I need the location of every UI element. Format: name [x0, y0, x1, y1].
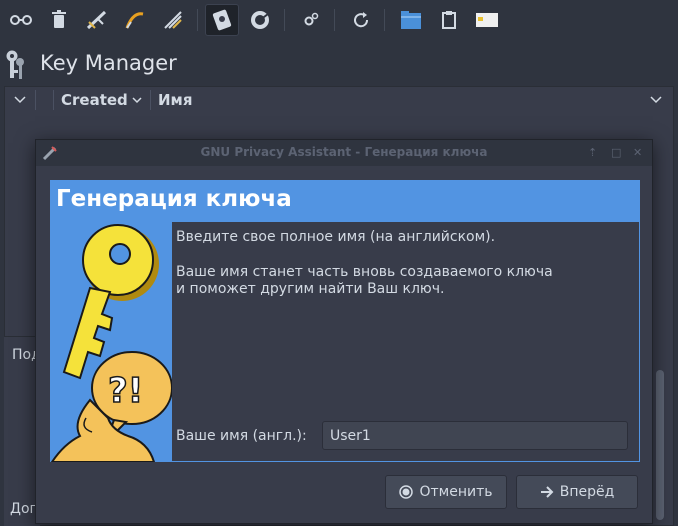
dialog-title: GNU Privacy Assistant - Генерация ключа: [200, 145, 488, 159]
edit-tools-button[interactable]: [4, 4, 38, 36]
set-trust-button[interactable]: [118, 4, 152, 36]
maximize-icon[interactable]: □: [611, 146, 621, 159]
name-field-label: Ваше имя (англ.):: [176, 428, 307, 444]
column-header-label: Created: [61, 91, 128, 109]
arrow-right-icon: [540, 486, 554, 498]
cancel-label: Отменить: [419, 484, 493, 500]
info-text-line-2: и поможет другим найти Ваш ключ.: [176, 281, 445, 297]
refresh-icon: [354, 12, 369, 28]
column-separator: [35, 90, 36, 110]
refresh-button[interactable]: [344, 4, 378, 36]
toolbar-separator: [197, 9, 198, 31]
page-title: Key Manager: [40, 51, 177, 75]
banner-title: Генерация ключа: [56, 186, 292, 212]
column-header-name[interactable]: Имя: [158, 87, 192, 113]
svg-text:?!: ?!: [108, 371, 143, 411]
set-trust-icon: [125, 12, 144, 29]
generate-key-icon: [251, 11, 269, 29]
edit-tools-icon: [10, 15, 32, 25]
column-header-created[interactable]: Created: [61, 87, 142, 113]
column-header-label: Имя: [158, 91, 193, 109]
details-scrollbar[interactable]: [656, 370, 664, 520]
clipboard-icon: [442, 11, 456, 29]
cancel-button[interactable]: Отменить: [385, 475, 507, 509]
file-manager-icon: [401, 11, 421, 29]
name-input[interactable]: [322, 421, 628, 450]
column-chooser-button[interactable]: [650, 87, 662, 113]
preferences-button[interactable]: [294, 4, 328, 36]
trash-icon: [52, 10, 66, 28]
column-separator: [53, 90, 54, 110]
dialog-banner: Генерация ключа: [50, 180, 640, 222]
dialog-content: Введите свое полное имя (на английском).…: [172, 222, 640, 462]
page-header: Key Manager: [0, 42, 678, 86]
keys-icon: [5, 49, 24, 79]
delete-button[interactable]: [42, 4, 76, 36]
file-manager-button[interactable]: [394, 4, 428, 36]
keep-above-icon[interactable]: ⇡: [588, 146, 597, 159]
sign-icon: [86, 10, 107, 30]
toolbar-separator: [384, 9, 385, 31]
import-button[interactable]: [156, 4, 190, 36]
preferences-icon: [304, 12, 319, 26]
generate-key-dialog: GNU Privacy Assistant - Генерация ключа …: [35, 139, 653, 524]
expand-column-toggle[interactable]: [9, 87, 31, 113]
column-separator: [150, 90, 151, 110]
next-button[interactable]: Вперёд: [516, 475, 638, 509]
toolbar-separator: [334, 9, 335, 31]
card-manager-button[interactable]: [470, 4, 504, 36]
main-toolbar: [0, 0, 678, 42]
sign-button[interactable]: [80, 4, 114, 36]
generate-key-button[interactable]: [243, 4, 277, 36]
export-key-button[interactable]: [205, 4, 239, 36]
card-manager-icon: [476, 13, 498, 27]
sort-chevron-icon: [132, 96, 142, 103]
key-illustration: ?!: [50, 222, 172, 462]
dialog-titlebar[interactable]: GNU Privacy Assistant - Генерация ключа …: [36, 140, 652, 166]
toolbar-separator: [284, 9, 285, 31]
info-text-line-1: Ваше имя станет часть вновь создаваемого…: [176, 264, 553, 280]
import-icon: [164, 11, 182, 29]
cancel-icon: [399, 485, 414, 499]
clipboard-button[interactable]: [432, 4, 466, 36]
close-icon[interactable]: ✕: [633, 146, 642, 159]
next-label: Вперёд: [559, 484, 615, 500]
intro-text: Введите свое полное имя (на английском).: [176, 229, 496, 245]
chevron-down-icon: [650, 96, 662, 104]
key-question-illustration: ?!: [50, 224, 172, 462]
key-export-icon: [212, 9, 232, 31]
chevron-down-icon: [14, 96, 26, 104]
